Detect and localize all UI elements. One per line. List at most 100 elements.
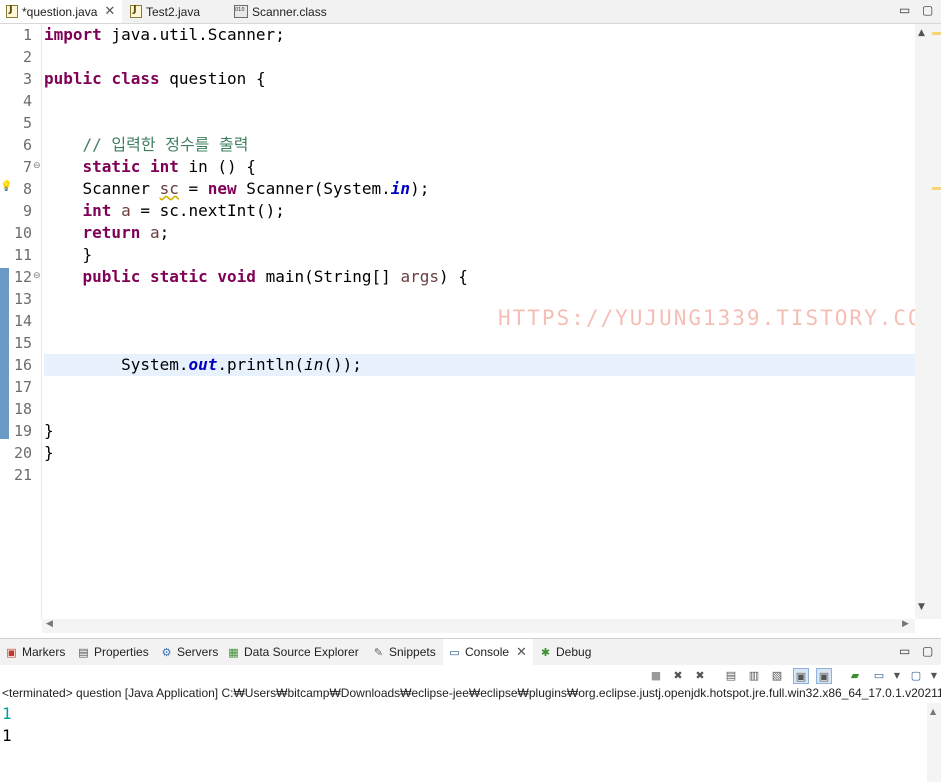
line-number: 11 [13,246,32,264]
markers-icon: ▣ [6,645,17,659]
chevron-down-icon[interactable]: ▼ [926,668,941,684]
servers-icon: ⚙ [161,645,172,659]
tab-label: Servers [177,645,219,659]
line-number: 1 [22,26,32,44]
console-input-line: 1 [2,704,12,723]
code-text-span: } [44,421,54,440]
tab-label: Properties [94,645,149,659]
code-line-current[interactable]: System.out.println(in()); [44,354,915,376]
scroll-up-icon[interactable]: ▲ [918,28,925,38]
tab-label: Scanner.class [252,4,327,19]
maximize-icon[interactable]: ▢ [922,3,933,17]
close-icon[interactable]: ✕ [104,4,115,19]
line-number: 2 [22,48,32,66]
editor-vertical-scrollbar[interactable] [915,24,941,619]
line-number: 4 [22,92,32,110]
tab-markers[interactable]: ▣ Markers [0,639,72,665]
static-method-call: in [304,355,324,374]
editor-horizontal-scrollbar[interactable]: ◀ ▶ [42,619,915,633]
code-line[interactable]: // 입력한 정수를 출력 [44,134,915,156]
pin-console-icon[interactable]: ▰ [847,668,863,684]
line-number: 15 [13,334,32,352]
tab-scanner-class[interactable]: Scanner.class [228,0,338,23]
fold-collapse-icon[interactable]: ⊖ [33,162,42,171]
open-console-icon[interactable]: ▢ [908,668,924,684]
scroll-up-icon[interactable]: ▲ [930,707,936,716]
close-icon[interactable]: ✕ [516,645,527,660]
tab-label: Data Source Explorer [244,645,359,659]
display-console-icon[interactable]: ▭ [871,668,887,684]
keyword: class [111,69,160,88]
console-toolbar: ■ ✖ ✖ ▤ ▥ ▧ ▣ ▣ ▰ ▭ ▼ ▢ ▼ [0,665,941,687]
minimize-icon[interactable]: ▭ [899,644,910,658]
console-vertical-scrollbar[interactable]: ▲ [927,703,941,782]
word-wrap-icon[interactable]: ▧ [769,668,785,684]
tab-data-source-explorer[interactable]: ▦ Data Source Explorer [222,639,367,665]
code-text-span: ) { [438,267,468,286]
overview-ruler-marker[interactable] [932,32,941,35]
code-line[interactable]: int a = sc.nextInt(); [44,200,915,222]
code-text-span: = [178,179,208,198]
line-number: 6 [22,136,32,154]
code-line[interactable]: } [44,244,915,266]
tab-properties[interactable]: ▤ Properties [72,639,154,665]
clear-console-icon[interactable]: ▤ [723,668,739,684]
line-number: 12 [13,268,32,286]
code-text-span: } [44,443,54,462]
line-number: 16 [13,356,32,374]
code-line[interactable]: public class question { [44,68,915,90]
code-text-span: in () { [178,157,256,176]
tab-label: Debug [556,645,592,659]
keyword: int [149,157,179,176]
fold-collapse-icon[interactable]: ⊖ [33,272,42,281]
maximize-icon[interactable]: ▢ [922,644,933,658]
code-text-span: ); [410,179,430,198]
scroll-lock-icon[interactable]: ▥ [746,668,762,684]
tab-snippets[interactable]: ✎ Snippets [367,639,442,665]
scroll-right-icon[interactable]: ▶ [902,619,909,629]
code-text-span: question { [159,69,266,88]
code-text-span: Scanner [82,179,160,198]
tab-question-java[interactable]: *question.java ✕ [0,0,122,23]
show-on-stdout-icon[interactable]: ▣ [793,668,809,684]
terminate-icon[interactable]: ■ [648,668,664,684]
tab-label: *question.java [22,4,98,19]
code-line[interactable]: } [44,442,915,464]
line-number: 20 [13,444,32,462]
code-line[interactable]: import java.util.Scanner; [44,24,915,46]
keyword: new [207,179,237,198]
minimize-icon[interactable]: ▭ [899,3,910,17]
tab-test2-java[interactable]: Test2.java [124,0,224,23]
keyword: public [44,69,102,88]
remove-all-terminated-icon[interactable]: ✖ [692,668,708,684]
line-number: 7 [22,158,32,176]
console-output[interactable]: 1 1 [0,703,927,782]
code-line[interactable]: return a; [44,222,915,244]
tab-label: Markers [22,645,66,659]
remove-launch-icon[interactable]: ✖ [670,668,686,684]
code-line[interactable]: public static void main(String[] args) { [44,266,915,288]
tab-console[interactable]: ▭ Console ✕ [443,639,533,665]
editor-tab-bar: *question.java ✕ Test2.java Scanner.clas… [0,0,941,24]
overview-ruler-marker[interactable] [932,187,941,190]
warning-icon[interactable]: 💡 [0,181,12,193]
data-source-icon: ▦ [228,645,239,659]
chevron-down-icon[interactable]: ▼ [889,668,905,684]
scroll-down-icon[interactable]: ▼ [918,602,925,612]
tab-debug[interactable]: ✱ Debug [534,639,600,665]
scroll-left-icon[interactable]: ◀ [46,619,53,629]
code-text-span: = sc.nextInt(); [130,201,285,220]
code-text-span: System. [121,355,189,374]
static-field: out [188,355,218,374]
keyword: return [82,223,141,242]
code-line[interactable]: static int in () { [44,156,915,178]
line-number: 13 [13,290,32,308]
code-text-span: java.util.Scanner; [101,25,285,44]
line-number: 8 [22,180,32,198]
tab-servers[interactable]: ⚙ Servers [155,639,222,665]
code-line[interactable]: Scanner sc = new Scanner(System.in); [44,178,915,200]
java-file-icon [6,4,18,18]
code-line[interactable]: } [44,420,915,442]
show-on-stderr-icon[interactable]: ▣ [816,668,832,684]
code-text-span: ()); [323,355,362,374]
